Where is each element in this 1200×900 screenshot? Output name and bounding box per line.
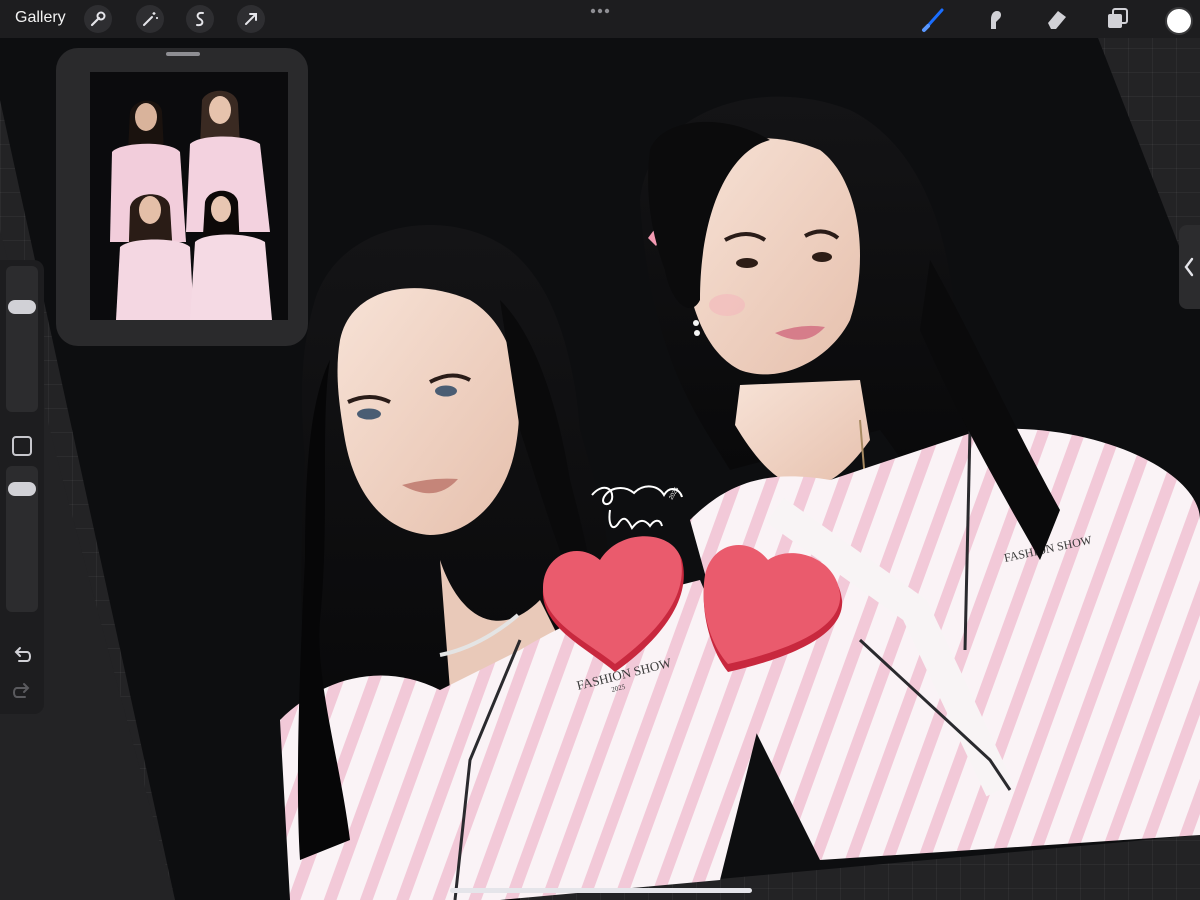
brush-size-thumb[interactable] [8, 300, 36, 314]
opacity-thumb[interactable] [8, 482, 36, 496]
modify-button[interactable] [12, 436, 32, 456]
opacity-slider[interactable] [6, 466, 38, 612]
top-toolbar: Gallery [0, 0, 1200, 38]
transform-arrow-icon [245, 13, 257, 25]
undo-icon[interactable] [11, 644, 33, 666]
transform-button[interactable] [237, 5, 265, 33]
magic-wand-icon [143, 12, 158, 26]
actions-button[interactable] [84, 5, 112, 33]
reference-photo [90, 72, 288, 320]
brush-size-slider[interactable] [6, 266, 38, 412]
gallery-button[interactable]: Gallery [15, 9, 66, 27]
color-picker-button[interactable] [1165, 7, 1193, 35]
selection-icon [196, 11, 204, 27]
more-options-icon[interactable] [588, 3, 612, 19]
procreate-app: FASHION SHOW FASHION SHOW 2025 2025 Gall… [0, 0, 1200, 900]
brush-icon[interactable] [920, 5, 948, 33]
wrench-icon [90, 11, 106, 27]
home-indicator[interactable] [450, 888, 752, 893]
redo-icon[interactable] [11, 680, 33, 702]
chevron-left-icon [1184, 257, 1194, 277]
selection-button[interactable] [186, 5, 214, 33]
eraser-icon[interactable] [1043, 5, 1071, 33]
adjustments-button[interactable] [136, 5, 164, 33]
sidebar-collapse-tab[interactable] [1179, 225, 1200, 309]
reference-drag-handle[interactable] [166, 52, 200, 56]
layers-icon[interactable] [1104, 5, 1132, 33]
reference-window[interactable] [56, 48, 308, 346]
sidebar [0, 260, 44, 714]
smudge-icon[interactable] [981, 5, 1009, 33]
